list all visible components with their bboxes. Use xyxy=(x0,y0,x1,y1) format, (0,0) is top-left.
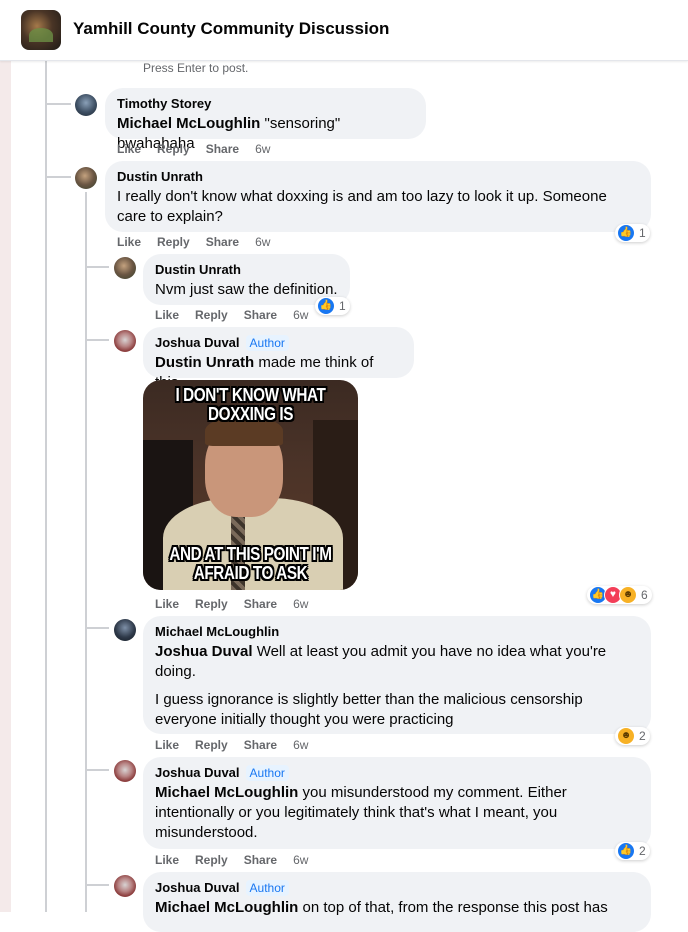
comment-text: I really don't know what doxxing is and … xyxy=(117,188,607,225)
author-name-link[interactable]: Joshua Duval xyxy=(155,880,240,895)
reply-button[interactable]: Reply xyxy=(157,235,190,249)
meme-top-caption: I DON'T KNOW WHAT DOXXING IS xyxy=(175,385,326,424)
author-badge: Author xyxy=(245,880,289,896)
like-reaction-icon: 👍 xyxy=(617,842,635,860)
reaction-count: 2 xyxy=(639,729,646,743)
share-button[interactable]: Share xyxy=(244,308,277,322)
mention-link[interactable]: Dustin Unrath xyxy=(155,354,254,371)
comment-author: Joshua Duval Author xyxy=(155,880,639,896)
left-margin-strip xyxy=(0,60,11,912)
comment-text: Joshua Duval Well at least you admit you… xyxy=(155,643,607,680)
comment-author: Joshua Duval Author xyxy=(155,765,639,781)
avatar[interactable] xyxy=(114,330,136,352)
author-badge: Author xyxy=(245,765,289,781)
like-button[interactable]: Like xyxy=(155,308,179,322)
author-name-link[interactable]: Joshua Duval xyxy=(155,765,240,780)
reaction-summary[interactable]: 👍 ♥ ☻ 6 xyxy=(587,586,652,604)
haha-reaction-icon: ☻ xyxy=(619,586,637,604)
comment-time[interactable]: 6w xyxy=(293,853,308,867)
thread-line-curve xyxy=(87,769,109,771)
comment-author[interactable]: Timothy Storey xyxy=(117,96,414,112)
comment-bubble: Timothy Storey Michael McLoughlin "senso… xyxy=(105,88,426,152)
reaction-summary[interactable]: ☻ 2 xyxy=(615,727,650,745)
comment-actions: Like Reply Share 6w xyxy=(155,308,308,322)
comment-time[interactable]: 6w xyxy=(255,142,270,156)
thread-line-curve xyxy=(87,339,109,341)
share-button[interactable]: Share xyxy=(206,142,239,156)
meme-bottom-caption: AND AT THIS POINT I'M AFRAID TO ASK xyxy=(169,544,332,583)
press-enter-hint: Press Enter to post. xyxy=(143,61,249,75)
like-button[interactable]: Like xyxy=(155,597,179,611)
mention-link[interactable]: Joshua Duval xyxy=(155,643,253,660)
comment-text: Michael McLoughlin on top of that, from … xyxy=(155,899,608,916)
reaction-count: 1 xyxy=(639,226,646,240)
mention-link[interactable]: Michael McLoughlin xyxy=(155,784,298,801)
comment-author[interactable]: Dustin Unrath xyxy=(117,169,639,185)
avatar[interactable] xyxy=(114,760,136,782)
group-title[interactable]: Yamhill County Community Discussion xyxy=(73,19,389,39)
comment-actions: Like Reply Share 6w xyxy=(155,853,308,867)
reply-button[interactable]: Reply xyxy=(195,597,228,611)
comment-bubble: Joshua Duval Author Dustin Unrath made me… xyxy=(143,327,414,391)
reaction-summary[interactable]: 👍 1 xyxy=(315,297,350,315)
thread-line xyxy=(45,60,47,912)
author-name-link[interactable]: Joshua Duval xyxy=(155,335,240,350)
reaction-summary[interactable]: 👍 2 xyxy=(615,842,650,860)
like-button[interactable]: Like xyxy=(155,853,179,867)
comment-text-paragraph: I guess ignorance is slightly better tha… xyxy=(155,691,583,728)
reaction-count: 6 xyxy=(641,588,648,602)
like-reaction-icon: 👍 xyxy=(317,297,335,315)
group-header: Yamhill County Community Discussion xyxy=(0,0,688,61)
haha-reaction-icon: ☻ xyxy=(617,727,635,745)
thread-line-curve xyxy=(47,176,71,178)
thread-line-curve xyxy=(47,103,71,105)
avatar[interactable] xyxy=(114,257,136,279)
share-button[interactable]: Share xyxy=(244,738,277,752)
group-avatar[interactable] xyxy=(21,10,61,50)
meme-image[interactable]: I DON'T KNOW WHAT DOXXING IS AND AT THIS… xyxy=(143,380,358,590)
comment-time[interactable]: 6w xyxy=(293,597,308,611)
comment-bubble: Michael McLoughlin Joshua Duval Well at … xyxy=(143,616,651,734)
reply-button[interactable]: Reply xyxy=(157,142,190,156)
like-button[interactable]: Like xyxy=(117,142,141,156)
comment-actions: Like Reply Share 6w xyxy=(117,235,270,249)
comment-time[interactable]: 6w xyxy=(293,308,308,322)
comment-actions: Like Reply Share 6w xyxy=(155,597,308,611)
like-button[interactable]: Like xyxy=(117,235,141,249)
comment-author: Joshua Duval Author xyxy=(155,335,402,351)
reaction-count: 1 xyxy=(339,299,346,313)
avatar[interactable] xyxy=(75,94,97,116)
avatar[interactable] xyxy=(114,619,136,641)
like-reaction-icon: 👍 xyxy=(617,224,635,242)
comment-text: Michael McLoughlin you misunderstood my … xyxy=(155,784,567,841)
share-button[interactable]: Share xyxy=(206,235,239,249)
comment-time[interactable]: 6w xyxy=(255,235,270,249)
reply-button[interactable]: Reply xyxy=(195,308,228,322)
comment-author[interactable]: Michael McLoughlin xyxy=(155,624,639,640)
mention-link[interactable]: Michael McLoughlin xyxy=(117,115,260,132)
comment-time[interactable]: 6w xyxy=(293,738,308,752)
comment-bubble: Joshua Duval Author Michael McLoughlin yo… xyxy=(143,757,651,849)
comment-actions: Like Reply Share 6w xyxy=(155,738,308,752)
reaction-summary[interactable]: 👍 1 xyxy=(615,224,650,242)
avatar[interactable] xyxy=(114,875,136,897)
reply-button[interactable]: Reply xyxy=(195,853,228,867)
thread-line-curve xyxy=(87,627,109,629)
comment-text: Nvm just saw the definition. xyxy=(155,281,338,298)
like-button[interactable]: Like xyxy=(155,738,179,752)
thread-line-curve xyxy=(87,884,109,886)
reaction-count: 2 xyxy=(639,844,646,858)
reply-button[interactable]: Reply xyxy=(195,738,228,752)
comment-bubble: Joshua Duval Author Michael McLoughlin on… xyxy=(143,872,651,932)
share-button[interactable]: Share xyxy=(244,597,277,611)
mention-link[interactable]: Michael McLoughlin xyxy=(155,899,298,916)
author-badge: Author xyxy=(245,335,289,351)
comment-author[interactable]: Dustin Unrath xyxy=(155,262,338,278)
thread-line-curve xyxy=(87,266,109,268)
comment-actions: Like Reply Share 6w xyxy=(117,142,270,156)
thread-line xyxy=(85,192,87,912)
avatar[interactable] xyxy=(75,167,97,189)
comment-bubble: Dustin Unrath I really don't know what d… xyxy=(105,161,651,232)
share-button[interactable]: Share xyxy=(244,853,277,867)
